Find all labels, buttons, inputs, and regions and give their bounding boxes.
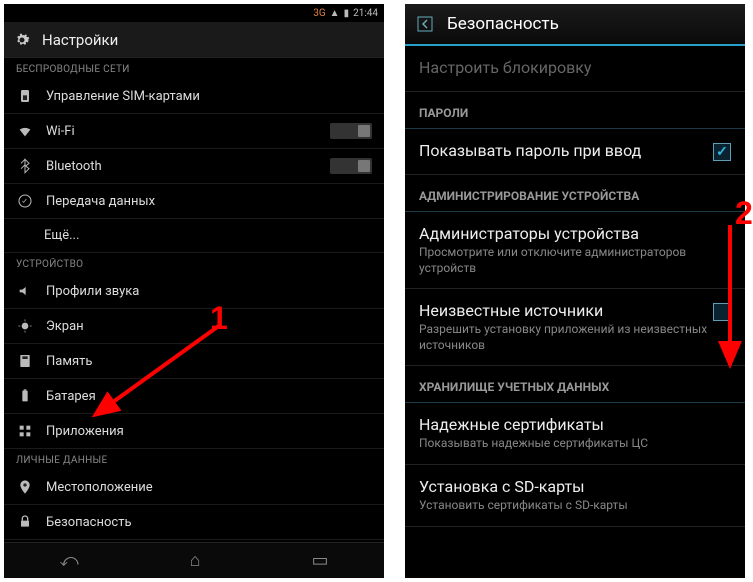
item-title: Надежные сертификаты bbox=[419, 415, 731, 434]
security-icon bbox=[16, 513, 34, 531]
checkbox[interactable] bbox=[713, 143, 731, 161]
list-item[interactable]: Ещё... bbox=[4, 219, 384, 253]
phone-settings: 3G ▲ ▮ 21:44 Настройки БЕСПРОВОДНЫЕ СЕТИ… bbox=[4, 4, 384, 578]
list-item[interactable]: Настроить блокировку bbox=[405, 46, 745, 92]
item-title: Неизвестные источники bbox=[419, 301, 731, 320]
item-label: Экран bbox=[46, 319, 372, 334]
settings-gear-icon bbox=[12, 30, 32, 50]
title-bar: Безопасность bbox=[405, 4, 745, 46]
list-item[interactable]: Память bbox=[4, 344, 384, 379]
nav-back-icon[interactable]: ⤺ bbox=[59, 550, 78, 571]
checkbox[interactable] bbox=[713, 303, 731, 321]
item-label: Ещё... bbox=[44, 228, 372, 243]
list-item[interactable]: Администраторы устройства Просмотрите или… bbox=[405, 212, 745, 289]
section-header: ЛИЧНЫЕ ДАННЫЕ bbox=[4, 449, 384, 470]
sound-icon bbox=[16, 282, 34, 300]
list-item[interactable]: Батарея bbox=[4, 379, 384, 414]
list-item[interactable]: Безопасность bbox=[4, 505, 384, 540]
battery-icon: ▮ bbox=[344, 8, 350, 19]
list-item[interactable]: Bluetooth bbox=[4, 149, 384, 184]
item-desc: Просмотрите или отключите администраторо… bbox=[419, 245, 731, 276]
phone-security: Безопасность Настроить блокировку ПАРОЛИ П… bbox=[405, 4, 745, 578]
item-desc: Установить сертификаты с SD-карты bbox=[419, 498, 731, 514]
item-label: Передача данных bbox=[46, 194, 372, 209]
item-desc: Показывать надежные сертификаты ЦС bbox=[419, 436, 731, 452]
item-title: Настроить блокировку bbox=[419, 58, 731, 77]
list-item[interactable]: Профили звука bbox=[4, 274, 384, 309]
list-item[interactable]: Надежные сертификаты Показывать надежные … bbox=[405, 403, 745, 465]
item-label: Приложения bbox=[46, 424, 372, 439]
toggle-switch[interactable] bbox=[330, 123, 372, 139]
annotation-number-1: 1 bbox=[210, 300, 228, 337]
wifi-icon bbox=[16, 122, 34, 140]
apps-icon bbox=[16, 422, 34, 440]
item-label: Профили звука bbox=[46, 284, 372, 299]
section-header: АДМИНИСТРИРОВАНИЕ УСТРОЙСТВА bbox=[405, 175, 745, 212]
location-icon bbox=[16, 478, 34, 496]
title-bar: Настройки bbox=[4, 22, 384, 58]
item-desc: Разрешить установку приложений из неизве… bbox=[419, 322, 731, 353]
section-header: УСТРОЙСТВО bbox=[4, 253, 384, 274]
bt-icon bbox=[16, 157, 34, 175]
section-header: БЕСПРОВОДНЫЕ СЕТИ bbox=[4, 58, 384, 79]
list-item[interactable]: Экран bbox=[4, 309, 384, 344]
annotation-number-2: 2 bbox=[735, 195, 753, 232]
data-icon bbox=[16, 192, 34, 210]
item-label: Bluetooth bbox=[46, 159, 318, 174]
storage-icon bbox=[16, 352, 34, 370]
section-header: ХРАНИЛИЩЕ УЧЕТНЫХ ДАННЫХ bbox=[405, 366, 745, 403]
list-item[interactable]: Неизвестные источники Разрешить установку… bbox=[405, 289, 745, 366]
list-item[interactable]: Wi-Fi bbox=[4, 114, 384, 149]
list-item[interactable]: Установка с SD-карты Установить сертифика… bbox=[405, 465, 745, 527]
display-icon bbox=[16, 317, 34, 335]
item-label: Местоположение bbox=[46, 480, 372, 495]
battery-icon bbox=[16, 387, 34, 405]
clock: 21:44 bbox=[353, 8, 378, 19]
nav-home-icon[interactable]: ⌂ bbox=[190, 550, 201, 571]
item-label: Память bbox=[46, 354, 372, 369]
page-title: Настройки bbox=[42, 31, 118, 49]
item-title: Установка с SD-карты bbox=[419, 477, 731, 496]
nav-bar: ⤺ ⌂ ▭ bbox=[4, 542, 384, 578]
status-bar: 3G ▲ ▮ 21:44 bbox=[4, 4, 384, 22]
item-label: Батарея bbox=[46, 389, 372, 404]
list-item[interactable]: Показывать пароль при ввод bbox=[405, 129, 745, 175]
list-item[interactable]: Местоположение bbox=[4, 470, 384, 505]
toggle-switch[interactable] bbox=[330, 158, 372, 174]
item-label: Wi-Fi bbox=[46, 124, 318, 139]
back-icon[interactable] bbox=[413, 12, 437, 36]
item-title: Показывать пароль при ввод bbox=[419, 141, 731, 160]
item-label: Управление SIM-картами bbox=[46, 89, 372, 104]
page-title: Безопасность bbox=[447, 14, 559, 34]
nav-recent-icon[interactable]: ▭ bbox=[312, 550, 329, 571]
list-item[interactable]: Приложения bbox=[4, 414, 384, 449]
item-label: Безопасность bbox=[46, 515, 372, 530]
signal-icon: ▲ bbox=[330, 8, 340, 19]
list-item[interactable]: Передача данных bbox=[4, 184, 384, 219]
list-item[interactable]: Управление SIM-картами bbox=[4, 79, 384, 114]
network-indicator: 3G bbox=[313, 8, 325, 19]
item-title: Администраторы устройства bbox=[419, 224, 731, 243]
section-header: ПАРОЛИ bbox=[405, 92, 745, 129]
sim-icon bbox=[16, 87, 34, 105]
